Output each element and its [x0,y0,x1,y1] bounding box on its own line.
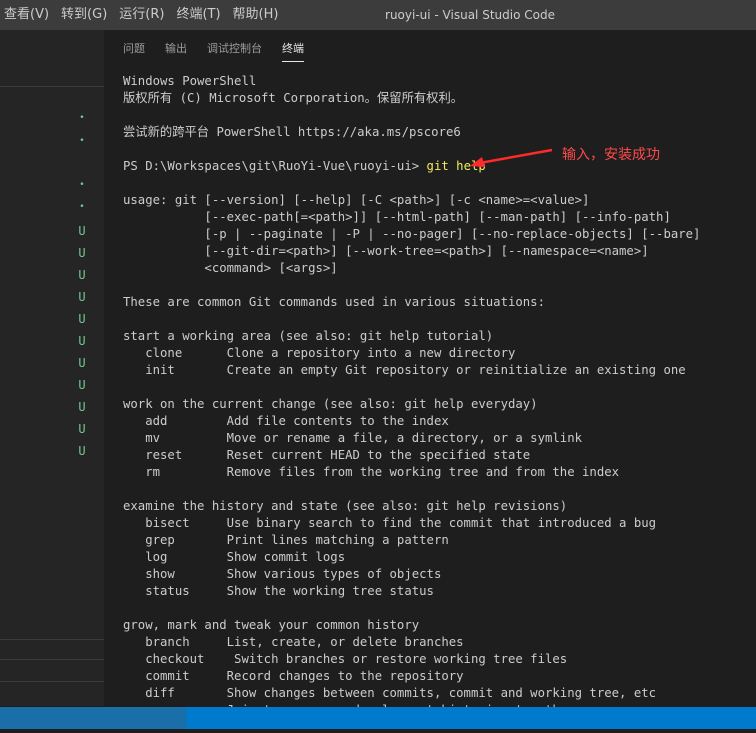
terminal-line: show Show various types of objects [123,567,442,581]
untracked-status-badge: U [78,312,86,326]
terminal-line: diff Show changes between commits, commi… [123,686,657,700]
untracked-status-badge: U [78,444,86,458]
terminal-output[interactable]: Windows PowerShell 版权所有 (C) Microsoft Cor… [123,73,756,707]
terminal-line: [--git-dir=<path>] [--work-tree=<path>] … [123,244,649,258]
untracked-status-badge: U [78,334,86,348]
terminal-line: reset Reset current HEAD to the specifie… [123,448,531,462]
window-title: ruoyi-ui - Visual Studio Code [385,8,555,22]
terminal-prompt-line: PS D:\Workspaces\git\RuoYi-Vue\ruoyi-ui>… [123,158,486,175]
terminal-line: <command> [<args>] [123,261,338,275]
terminal-line: [-p | --paginate | -P | --no-pager] [--n… [123,227,701,241]
terminal-line: examine the history and state (see also:… [123,499,568,513]
terminal-line: clone Clone a repository into a new dire… [123,346,516,360]
terminal-line: [--exec-path[=<path>]] [--html-path] [--… [123,210,671,224]
untracked-status-badge: U [78,378,86,392]
sidebar-divider [0,86,104,87]
sidebar-divider [0,639,104,640]
untracked-status-badge: U [78,246,86,260]
annotation-text: 输入，安装成功 [562,147,660,163]
terminal-line: work on the current change (see also: gi… [123,397,538,411]
panel-tab[interactable]: 问题 [123,40,145,56]
panel-tab[interactable]: 终端 [282,40,304,62]
terminal-line: checkout Switch branches or restore work… [123,652,568,666]
untracked-status-badge: U [78,356,86,370]
panel-tabs: 问题 输出 调试控制台 终端 [104,30,756,64]
terminal-line: grep Print lines matching a pattern [123,533,449,547]
terminal-line: init Create an empty Git repository or r… [123,363,686,377]
untracked-status-badge: U [78,224,86,238]
untracked-status-badge: U [78,422,86,436]
untracked-status-badge: U [78,268,86,282]
terminal-line: status Show the working tree status [123,584,434,598]
modified-dot-icon: • [79,202,85,212]
terminal-line: These are common Git commands used in va… [123,295,545,309]
terminal-line: add Add file contents to the index [123,414,449,428]
terminal-line: mv Move or rename a file, a directory, o… [123,431,583,445]
untracked-status-badge: U [78,290,86,304]
terminal-line: log Show commit logs [123,550,346,564]
terminal-line: 版权所有 (C) Microsoft Corporation。保留所有权利。 [123,91,464,105]
title-bar: 查看(V) 转到(G) 运行(R) 终端(T) 帮助(H) ruoyi-ui - Vis… [0,0,756,30]
modified-dot-icon: • [79,113,85,123]
panel-tab[interactable]: 输出 [165,40,187,56]
explorer-sidebar: • • • • U U U U U U U U U U U [0,30,104,706]
terminal-line: Windows PowerShell [123,74,257,88]
terminal-line: rm Remove files from the working tree an… [123,465,620,479]
untracked-status-badge: U [78,400,86,414]
terminal-prompt: PS D:\Workspaces\git\RuoYi-Vue\ruoyi-ui> [123,159,427,173]
modified-dot-icon: • [79,136,85,146]
panel-tab[interactable]: 调试控制台 [207,40,262,56]
taskbar-edge [0,729,756,733]
annotation-arrow [470,148,553,167]
terminal-line: usage: git [--version] [--help] [-C <pat… [123,193,590,207]
terminal-line: grow, mark and tweak your common history [123,618,420,632]
sidebar-divider [0,659,104,660]
terminal-line: branch List, create, or delete branches [123,635,464,649]
modified-dot-icon: • [79,180,85,190]
terminal-line: commit Record changes to the repository [123,669,464,683]
terminal-line: 尝试新的跨平台 PowerShell https://aka.ms/pscore… [123,125,461,139]
terminal-line: bisect Use binary search to find the com… [123,516,657,530]
status-bar [0,707,756,733]
sidebar-divider [0,681,104,682]
terminal-line: start a working area (see also: git help… [123,329,494,343]
